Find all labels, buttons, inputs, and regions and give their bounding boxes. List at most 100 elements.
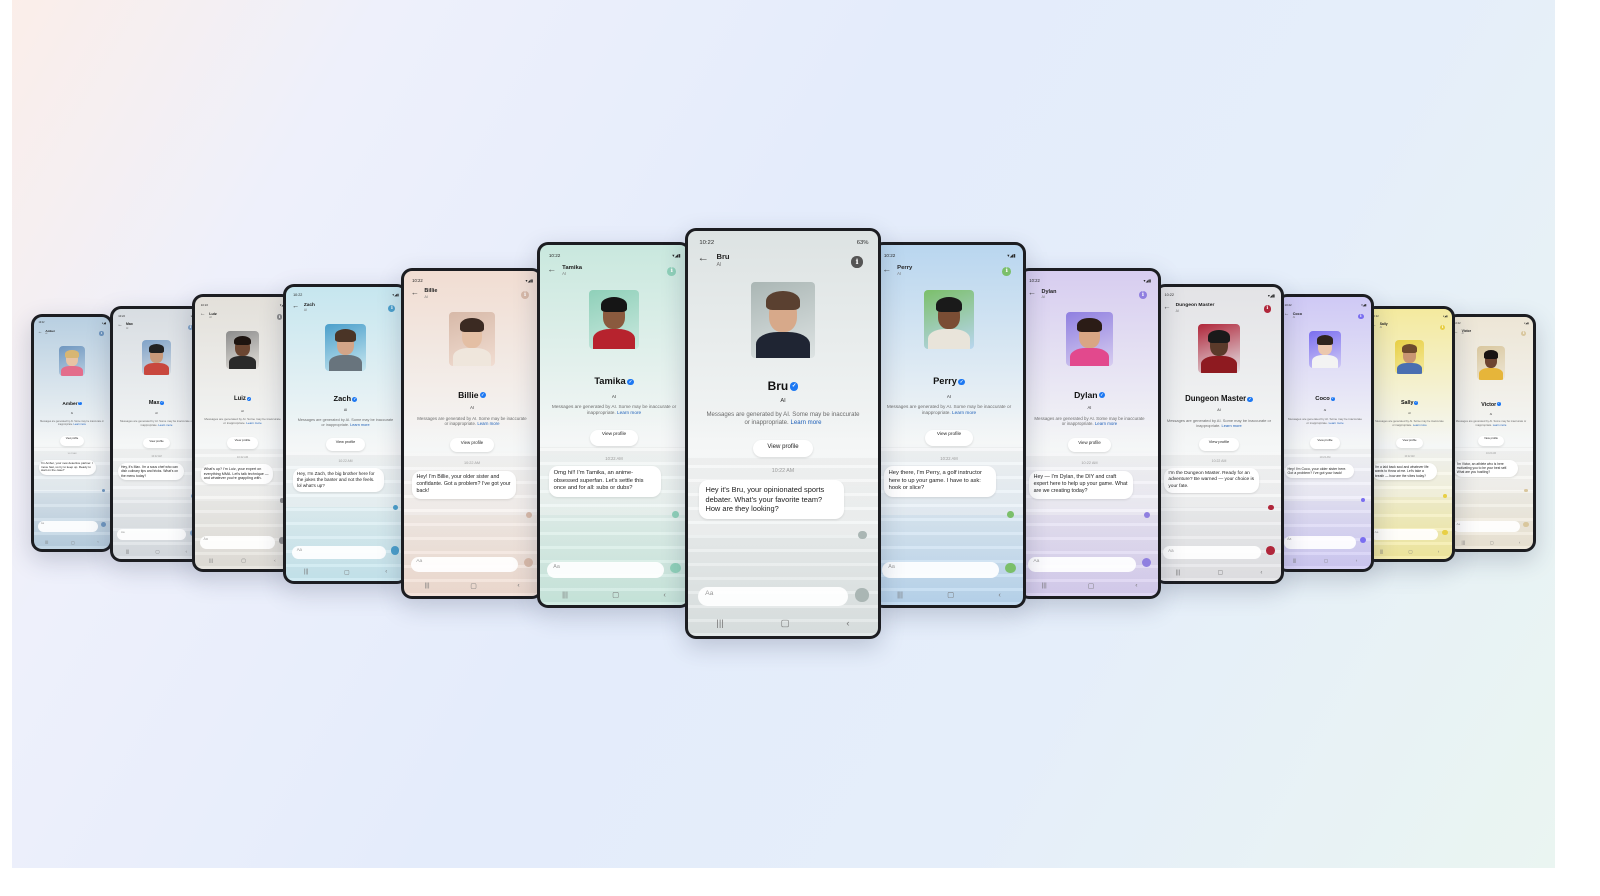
back-arrow-icon[interactable]: ← (292, 303, 299, 310)
recent-apps-icon[interactable]: ||| (562, 590, 568, 599)
learn-more-link[interactable]: Learn more (1222, 423, 1242, 428)
message-input[interactable]: Aa (410, 557, 519, 572)
avatar[interactable] (588, 290, 640, 350)
message-input[interactable]: Aa (1027, 557, 1137, 572)
view-profile-button[interactable]: View profile (1199, 438, 1239, 451)
sticker-icon[interactable] (1266, 546, 1275, 555)
sticker-icon[interactable] (855, 588, 869, 602)
view-profile-button[interactable]: View profile (1067, 438, 1112, 453)
home-icon[interactable]: ▢ (612, 590, 619, 599)
home-icon[interactable]: ▢ (781, 618, 790, 629)
back-arrow-icon[interactable]: ← (411, 288, 419, 297)
back-nav-icon[interactable]: ‹ (517, 582, 519, 590)
sticker-icon[interactable] (1441, 529, 1448, 536)
message-input[interactable]: Aa (1283, 536, 1357, 549)
back-nav-icon[interactable]: ‹ (663, 590, 665, 599)
learn-more-link[interactable]: Learn more (1329, 421, 1344, 425)
view-profile-button[interactable]: View profile (590, 430, 638, 446)
home-icon[interactable]: ▢ (71, 540, 75, 545)
info-icon[interactable]: i (1263, 305, 1272, 313)
learn-more-link[interactable]: Learn more (790, 419, 821, 426)
sticker-icon[interactable] (670, 562, 681, 573)
learn-more-link[interactable]: Learn more (1413, 424, 1427, 427)
info-icon[interactable]: i (851, 256, 863, 268)
sticker-icon[interactable] (390, 546, 400, 555)
avatar[interactable] (448, 311, 496, 367)
back-arrow-icon[interactable]: ← (1284, 311, 1290, 318)
info-icon[interactable]: i (276, 313, 283, 320)
info-icon[interactable]: i (388, 305, 396, 313)
home-icon[interactable]: ▢ (1324, 558, 1328, 564)
view-profile-button[interactable]: View profile (1310, 437, 1340, 449)
avatar[interactable] (226, 331, 259, 369)
view-profile-button[interactable]: View profile (1477, 436, 1505, 447)
avatar[interactable] (1309, 331, 1341, 368)
back-nav-icon[interactable]: ‹ (998, 590, 1000, 599)
recent-apps-icon[interactable]: ||| (1462, 540, 1465, 545)
info-icon[interactable]: i (1002, 267, 1012, 277)
home-icon[interactable]: ▢ (1490, 540, 1494, 545)
view-profile-button[interactable]: View profile (1395, 437, 1424, 449)
back-arrow-icon[interactable]: ← (38, 329, 43, 335)
learn-more-link[interactable]: Learn more (158, 423, 172, 427)
avatar[interactable] (1476, 346, 1506, 380)
message-input[interactable]: Aa (199, 536, 275, 549)
learn-more-link[interactable]: Learn more (1493, 424, 1507, 427)
home-icon[interactable]: ▢ (470, 582, 476, 590)
home-icon[interactable]: ▢ (1088, 582, 1094, 590)
recent-apps-icon[interactable]: ||| (716, 618, 723, 629)
recent-apps-icon[interactable]: ||| (1380, 549, 1383, 555)
view-profile-button[interactable]: View profile (326, 438, 365, 451)
back-arrow-icon[interactable]: ← (698, 252, 709, 264)
back-nav-icon[interactable]: ‹ (186, 549, 187, 555)
recent-apps-icon[interactable]: ||| (126, 549, 129, 555)
learn-more-link[interactable]: Learn more (1095, 421, 1117, 426)
avatar[interactable] (923, 290, 975, 350)
message-input[interactable]: Aa (882, 561, 1000, 578)
message-input[interactable]: Aa (697, 587, 848, 606)
learn-more-link[interactable]: Learn more (246, 421, 262, 425)
home-icon[interactable]: ▢ (241, 559, 246, 564)
message-input[interactable]: Aa (1163, 545, 1262, 559)
learn-more-link[interactable]: Learn more (74, 423, 86, 426)
avatar[interactable] (1395, 340, 1424, 375)
avatar[interactable] (1066, 311, 1113, 367)
view-profile-button[interactable]: View profile (142, 437, 171, 449)
recent-apps-icon[interactable]: ||| (1176, 569, 1181, 576)
info-icon[interactable]: i (99, 331, 104, 336)
view-profile-button[interactable]: View profile (59, 436, 85, 447)
learn-more-link[interactable]: Learn more (952, 411, 976, 416)
view-profile-button[interactable]: View profile (450, 438, 494, 453)
info-icon[interactable]: i (1521, 331, 1527, 337)
message-input[interactable]: Aa (117, 529, 187, 541)
view-profile-button[interactable]: View profile (925, 430, 973, 446)
info-icon[interactable]: i (1440, 324, 1446, 330)
learn-more-link[interactable]: Learn more (350, 423, 369, 427)
recent-apps-icon[interactable]: ||| (304, 569, 309, 576)
recent-apps-icon[interactable]: ||| (209, 559, 213, 564)
back-nav-icon[interactable]: ‹ (1356, 558, 1358, 564)
message-input[interactable]: Aa (291, 545, 386, 559)
home-icon[interactable]: ▢ (947, 590, 954, 599)
learn-more-link[interactable]: Learn more (617, 411, 641, 416)
avatar[interactable] (1197, 323, 1241, 374)
back-arrow-icon[interactable]: ← (1028, 288, 1036, 297)
home-icon[interactable]: ▢ (1217, 569, 1223, 576)
message-input[interactable]: Aa (1453, 521, 1520, 532)
back-arrow-icon[interactable]: ← (1163, 303, 1170, 311)
message-input[interactable]: Aa (1371, 529, 1439, 541)
back-nav-icon[interactable]: ‹ (1260, 569, 1262, 576)
back-nav-icon[interactable]: ‹ (846, 618, 849, 629)
avatar[interactable] (59, 346, 85, 377)
avatar[interactable] (325, 323, 366, 372)
back-nav-icon[interactable]: ‹ (97, 540, 98, 545)
back-nav-icon[interactable]: ‹ (274, 559, 276, 564)
info-icon[interactable]: i (1138, 291, 1148, 300)
back-arrow-icon[interactable]: ← (200, 311, 206, 318)
avatar[interactable] (750, 281, 816, 358)
view-profile-button[interactable]: View profile (227, 437, 258, 449)
back-arrow-icon[interactable]: ← (882, 264, 891, 274)
back-nav-icon[interactable]: ‹ (385, 569, 387, 576)
message-input[interactable]: Aa (37, 521, 98, 532)
recent-apps-icon[interactable]: ||| (424, 582, 429, 590)
